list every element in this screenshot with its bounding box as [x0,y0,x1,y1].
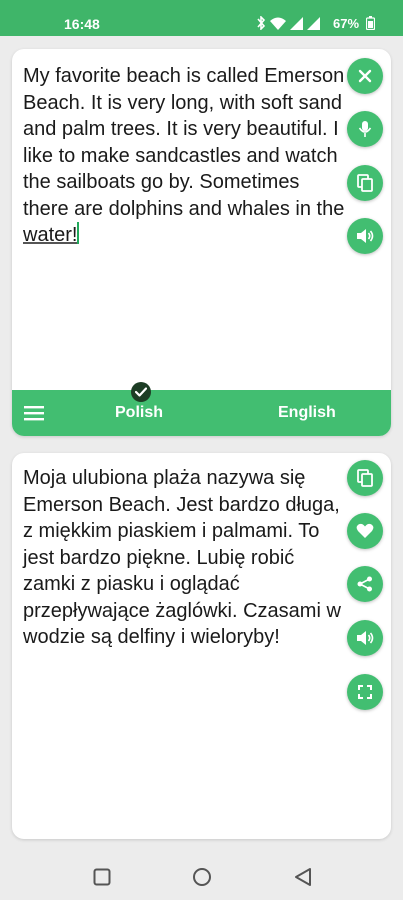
source-language-selector[interactable]: Polish [115,404,163,422]
battery-icon [366,16,375,30]
share-button[interactable] [347,566,383,602]
status-bar: 16:48 67% [0,0,403,36]
fullscreen-button[interactable] [347,674,383,710]
fullscreen-icon [358,685,372,699]
translation-card: Moja ulubiona plaża nazywa się Emerson B… [12,453,391,839]
back-button[interactable] [292,866,314,888]
copy-button[interactable] [347,165,383,201]
heart-icon [356,523,374,538]
target-language-selector[interactable]: English [278,404,336,422]
copy-icon [357,174,373,192]
navigation-bar [0,852,403,900]
language-bar: Polish English [12,390,391,436]
speak-translation-button[interactable] [347,620,383,656]
speaker-icon [357,229,374,243]
translation-text: Moja ulubiona plaża nazywa się Emerson B… [23,467,341,648]
favorite-button[interactable] [347,513,383,549]
recents-button[interactable] [91,866,113,888]
clear-button[interactable] [347,58,383,94]
share-icon [357,576,372,592]
copy-translation-button[interactable] [347,460,383,496]
menu-icon[interactable] [24,405,44,421]
source-card: My favorite beach is called Emerson Beac… [12,49,391,436]
circle-icon [193,868,211,886]
text-cursor [77,222,80,244]
microphone-button[interactable] [347,111,383,147]
battery-percent: 67% [333,16,360,31]
clear-icon [358,69,372,83]
source-text-input[interactable]: My favorite beach is called Emerson Beac… [23,63,348,249]
check-icon [135,387,147,397]
signal-icon [307,16,320,30]
microphone-icon [358,121,372,137]
status-icons [256,16,320,30]
wifi-icon [270,17,286,30]
speak-source-button[interactable] [347,218,383,254]
status-time: 16:48 [64,16,100,32]
source-text-tail: water! [23,224,78,246]
speaker-icon [357,631,374,645]
check-badge [131,382,151,402]
signal-icon [290,16,303,30]
copy-icon [357,469,373,487]
square-icon [93,868,111,886]
home-button[interactable] [191,866,213,888]
triangle-back-icon [295,868,311,886]
source-text: My favorite beach is called Emerson Beac… [23,65,345,220]
bluetooth-icon [257,16,266,30]
